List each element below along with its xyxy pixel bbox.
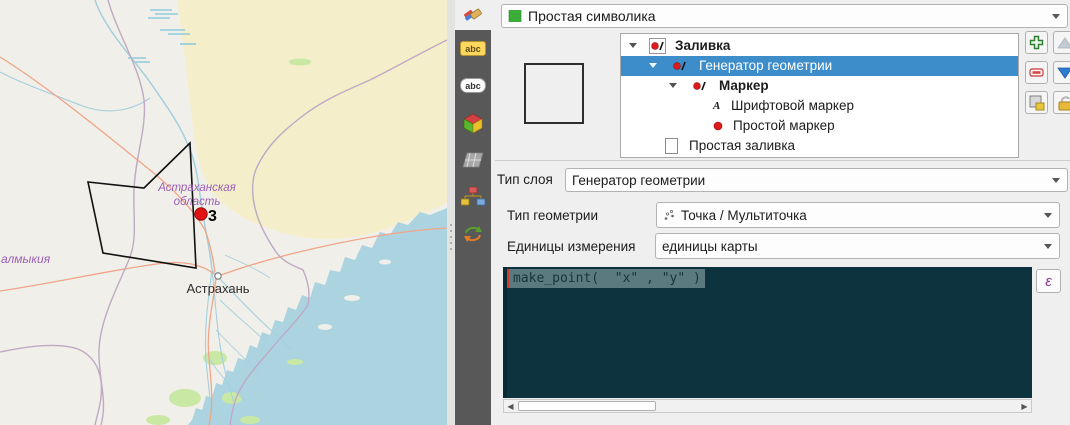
tree-row-label: Простая заливка: [689, 138, 796, 153]
qgis-window: Астрахань Астраханская область алмыкия 3…: [0, 0, 1070, 425]
tab-diagrams[interactable]: [455, 141, 491, 178]
tree-row-geometry-generator[interactable]: Генератор геометрии: [621, 56, 1018, 76]
plus-icon: [1029, 35, 1044, 50]
marker-line-icon: [649, 38, 666, 54]
scrollbar-thumb[interactable]: [518, 401, 656, 411]
tree-row-label: Генератор геометрии: [699, 58, 833, 73]
symbology-type-combo[interactable]: Простая символика: [501, 4, 1068, 28]
tab-history[interactable]: [455, 215, 491, 252]
expression-builder-button[interactable]: ε: [1036, 269, 1061, 293]
lock-colors-button[interactable]: [1053, 91, 1070, 114]
simple-fill-icon: [665, 138, 678, 154]
up-arrow-icon: [1056, 36, 1070, 48]
move-up-button[interactable]: [1053, 31, 1070, 54]
org-chart-icon: [461, 186, 485, 205]
remove-symbol-layer-button[interactable]: [1025, 61, 1048, 84]
mask-abc-icon: abc: [460, 78, 486, 93]
epsilon-icon: ε: [1045, 272, 1052, 290]
marker-line-icon: [693, 78, 706, 94]
tab-labels[interactable]: abc: [455, 30, 491, 67]
map-green-patch: [289, 58, 311, 66]
tree-row-label: Заливка: [675, 38, 731, 53]
paintbrush-icon: [463, 8, 482, 21]
scroll-right-arrow[interactable]: ▶: [1018, 400, 1031, 412]
layer-type-combo[interactable]: Генератор геометрии: [565, 168, 1068, 192]
units-combo[interactable]: единицы карты: [655, 233, 1060, 259]
duplicate-symbol-layer-button[interactable]: [1025, 91, 1048, 114]
undo-redo-arrows-icon: [464, 225, 482, 242]
simple-symbology-icon: [508, 9, 522, 23]
symbol-preview: [524, 63, 584, 124]
tree-row-marker[interactable]: Маркер: [621, 76, 1018, 96]
diagram-gray-icon: [462, 152, 484, 167]
simple-marker-icon: [713, 118, 723, 134]
panel-splitter[interactable]: [447, 0, 455, 425]
cube-3d-icon: [463, 113, 483, 134]
font-marker-icon: A: [713, 100, 721, 112]
move-down-button[interactable]: [1053, 61, 1070, 84]
geometry-type-value: Точка / Мультиточка: [681, 207, 807, 223]
layer-type-value: Генератор геометрии: [572, 172, 706, 188]
tree-row-simple-marker[interactable]: Простой маркер: [621, 116, 1018, 136]
expression-code: make_point( "x" , "y" ): [513, 271, 701, 286]
add-symbol-layer-button[interactable]: [1025, 31, 1048, 54]
tree-row-fill[interactable]: Заливка: [621, 36, 1018, 56]
tab-masks[interactable]: abc: [455, 67, 491, 104]
separator-line: [495, 160, 1070, 161]
expander-icon[interactable]: [669, 83, 677, 88]
map-canvas[interactable]: Астрахань Астраханская область алмыкия 3: [0, 0, 447, 425]
down-arrow-icon: [1056, 67, 1070, 79]
open-lock-icon: [1058, 95, 1070, 110]
expander-icon[interactable]: [649, 63, 657, 68]
units-label: Единицы измерения: [507, 239, 636, 254]
editor-horizontal-scrollbar[interactable]: ◀ ▶: [503, 399, 1032, 413]
tab-3d-view[interactable]: [455, 104, 491, 141]
minus-icon: [1029, 68, 1044, 77]
city-marker: [214, 272, 222, 280]
layer-type-label: Тип слоя: [497, 172, 553, 187]
symbology-type-value: Простая символика: [528, 8, 656, 24]
units-value: единицы карты: [662, 238, 758, 254]
chevron-down-icon: [1052, 178, 1060, 183]
layer-styling-tabs: abc abc: [455, 0, 491, 425]
area-label: алмыкия: [1, 252, 51, 266]
tree-row-label: Маркер: [719, 78, 769, 93]
geometry-type-combo[interactable]: Точка / Мультиточка: [656, 202, 1060, 228]
tab-symbology[interactable]: [455, 0, 491, 30]
marker-line-icon: [673, 58, 686, 74]
point-multipoint-icon: [663, 209, 675, 221]
chevron-down-icon: [1044, 244, 1052, 249]
tree-row-font-marker[interactable]: A Шрифтовой маркер: [621, 96, 1018, 116]
scroll-left-arrow[interactable]: ◀: [504, 400, 517, 412]
region-label-line1: Астраханская: [157, 182, 236, 194]
chevron-down-icon: [1052, 14, 1060, 19]
tree-row-label: Шрифтовой маркер: [731, 98, 854, 113]
expander-icon[interactable]: [629, 43, 637, 48]
tree-row-label: Простой маркер: [733, 118, 835, 133]
expression-editor[interactable]: make_point( "x" , "y" ): [503, 267, 1032, 398]
city-label: Астрахань: [186, 281, 249, 296]
duplicate-icon: [1029, 95, 1045, 110]
generated-point-marker: [194, 207, 208, 221]
chevron-down-icon: [1044, 213, 1052, 218]
symbol-layer-tree: Заливка Генератор геометрии Маркер A Шри…: [620, 33, 1019, 158]
labels-abc-icon: abc: [460, 41, 486, 56]
region-label-line2: область: [174, 196, 221, 208]
tree-row-simple-fill[interactable]: Простая заливка: [621, 136, 1018, 156]
marker-label: 3: [208, 208, 217, 225]
tab-attributes[interactable]: [455, 178, 491, 215]
geometry-type-label: Тип геометрии: [507, 208, 599, 223]
symbology-panel: Простая символика Заливка Генератор геом…: [491, 0, 1070, 425]
